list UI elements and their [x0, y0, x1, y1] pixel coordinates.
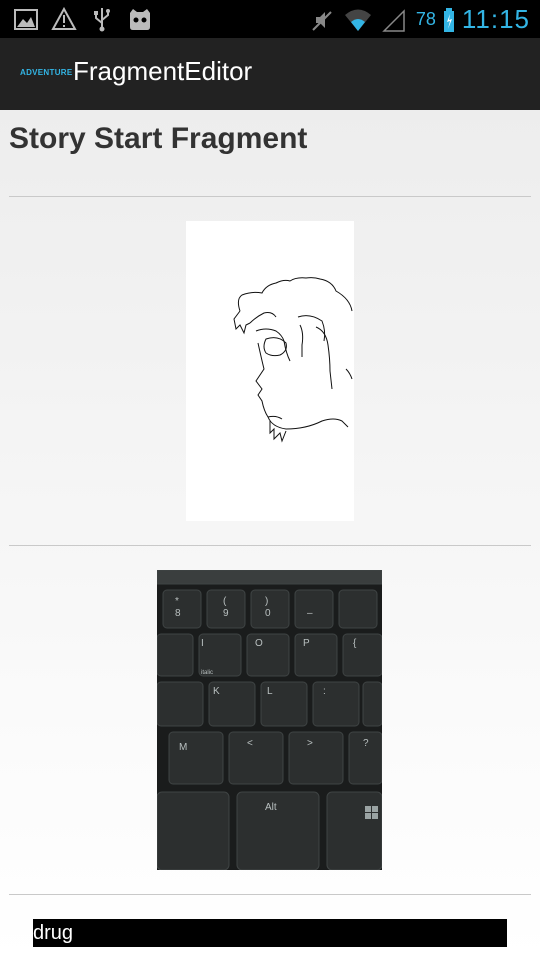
- signal-icon: [382, 8, 405, 32]
- text-segment-content: drug: [33, 922, 74, 944]
- clipped-text: mth: [34, 158, 74, 166]
- status-bar: 78 11:15: [0, 0, 540, 38]
- page-title: Story Start Fragment: [9, 122, 308, 155]
- svg-text:0: 0: [265, 608, 271, 619]
- svg-text:O: O: [255, 638, 263, 649]
- clock: 11:15: [461, 4, 530, 34]
- svg-text:P: P: [303, 638, 310, 649]
- text-segment[interactable]: drug: [33, 919, 507, 947]
- svg-text:italic: italic: [201, 670, 213, 676]
- wifi-icon: [344, 9, 371, 31]
- svg-text:K: K: [213, 686, 220, 697]
- battery-icon: [443, 7, 454, 32]
- action-bar: ADVENTURE FragmentEditor: [0, 38, 540, 111]
- usb-icon: [94, 8, 110, 32]
- svg-text:8: 8: [175, 608, 181, 619]
- svg-text:?: ?: [363, 738, 369, 749]
- clipped-text-label: mth: [34, 158, 64, 163]
- divider: [9, 894, 531, 895]
- cyanogen-icon: [130, 9, 150, 30]
- fragment-content[interactable]: Story Start Fragment mth: [0, 110, 540, 960]
- svg-text::: :: [323, 686, 326, 697]
- illustration-image[interactable]: [186, 221, 354, 521]
- svg-text:>: >: [307, 738, 313, 749]
- keyboard-photo[interactable]: * 8 (9 ) 0 – I O P { italic K L : M < > ? …: [157, 570, 382, 870]
- status-right-icons: 78 11:15: [308, 4, 530, 35]
- mute-icon: [312, 10, 332, 31]
- face-sketch: [233, 277, 353, 443]
- divider: [9, 196, 531, 197]
- svg-text:M: M: [179, 742, 187, 753]
- image-icon: [14, 9, 38, 30]
- battery-level: 78: [415, 9, 436, 29]
- svg-text:Alt: Alt: [265, 802, 277, 813]
- svg-text:9: 9: [223, 608, 229, 619]
- svg-text:–: –: [307, 608, 313, 619]
- warning-icon: [51, 6, 77, 30]
- svg-text:): ): [265, 596, 268, 607]
- keyboard-photo-drawing: *8 (9 )0 – I O P { italic K L : M < > ? …: [157, 570, 382, 870]
- svg-text:L: L: [267, 686, 273, 697]
- divider: [9, 545, 531, 546]
- svg-text:<: <: [247, 738, 253, 749]
- svg-text:*: *: [175, 596, 179, 607]
- status-left-icons: [12, 5, 154, 33]
- app-logo[interactable]: ADVENTURE: [20, 68, 72, 77]
- svg-text:I: I: [201, 638, 204, 649]
- action-bar-title: FragmentEditor: [73, 56, 253, 86]
